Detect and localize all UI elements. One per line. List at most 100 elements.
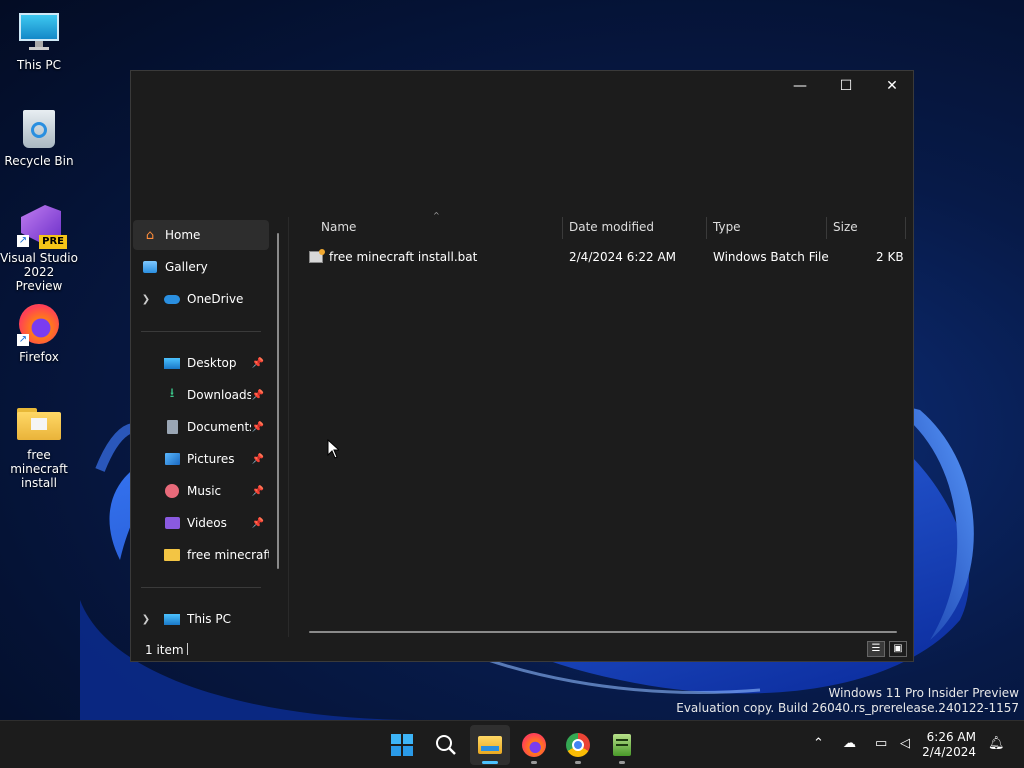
firefox-icon — [522, 733, 546, 757]
taskbar-notepad[interactable] — [602, 725, 642, 765]
nav-item-label: Videos — [187, 516, 227, 530]
running-indicator — [575, 761, 581, 764]
chevron-up-icon[interactable]: ⌃ — [813, 736, 824, 751]
chevron-right-icon[interactable]: ❯ — [139, 294, 153, 305]
file-list: ^ Name Date modified Type Size free mine… — [289, 211, 913, 637]
onedrive-offline-icon[interactable]: ☁ — [843, 736, 856, 751]
documents-icon — [163, 419, 181, 435]
nav-item-music[interactable]: Music 📌 — [133, 476, 269, 506]
minimize-button[interactable]: — — [777, 71, 823, 101]
file-explorer-icon — [478, 736, 502, 754]
taskbar-chrome[interactable] — [558, 725, 598, 765]
maximize-button[interactable]: ☐ — [823, 71, 869, 101]
search-icon — [436, 735, 456, 755]
start-icon — [391, 734, 413, 756]
nav-item-label: Pictures — [187, 452, 235, 466]
music-icon — [163, 483, 181, 499]
details-view-icon: ☰ — [871, 643, 881, 654]
nav-item-label: Documents — [187, 420, 251, 434]
this-pc-icon — [163, 611, 181, 627]
pin-icon[interactable]: 📌 — [251, 486, 265, 497]
start-button[interactable] — [382, 725, 422, 765]
file-size: 2 KB — [876, 250, 904, 264]
nav-item-label: free minecraft ir — [187, 548, 269, 562]
tiles-view-button[interactable]: ▣ — [889, 641, 907, 657]
horizontal-scrollbar[interactable] — [309, 631, 897, 633]
network-icon[interactable]: ▭ — [875, 736, 887, 751]
nav-item-onedrive[interactable]: ❯ OneDrive — [133, 284, 269, 314]
nav-item-label: Music — [187, 484, 222, 498]
notification-bell-icon[interactable]: 🔔︎ — [988, 736, 1005, 751]
download-icon: ⭳ — [169, 386, 175, 401]
clock-time: 6:26 AM — [926, 730, 976, 744]
nav-item-documents[interactable]: Documents 📌 — [133, 412, 269, 442]
nav-item-label: This PC — [187, 612, 231, 626]
watermark-line-2: Evaluation copy. Build 26040.rs_prerelea… — [676, 701, 1019, 715]
nav-item-free-minecraft[interactable]: free minecraft ir — [133, 540, 269, 570]
taskbar-file-explorer[interactable] — [470, 725, 510, 765]
nav-item-label: Home — [165, 228, 201, 242]
folder-icon — [17, 400, 61, 444]
running-indicator — [531, 761, 537, 764]
tiles-view-icon: ▣ — [893, 643, 903, 654]
nav-scrollbar[interactable] — [277, 233, 279, 569]
taskbar-firefox[interactable] — [514, 725, 554, 765]
active-indicator — [482, 761, 498, 764]
minimize-icon: — — [793, 78, 807, 94]
desktop-icon-label: This PC — [17, 58, 61, 72]
file-date: 2/4/2024 6:22 AM — [569, 250, 677, 264]
visual-studio-icon: PRE ↗ — [17, 203, 67, 249]
nav-item-pictures[interactable]: Pictures 📌 — [133, 444, 269, 474]
status-bar: 1 item ☰ ▣ — [131, 637, 913, 661]
notepad-icon — [613, 734, 631, 756]
file-type: Windows Batch File — [713, 250, 829, 264]
details-view-button[interactable]: ☰ — [867, 641, 885, 657]
pre-badge: PRE — [39, 235, 67, 249]
folder-icon — [163, 547, 181, 563]
desktop-icon-recycle-bin[interactable]: Recycle Bin — [0, 106, 78, 168]
nav-item-desktop[interactable]: Desktop 📌 — [133, 348, 269, 378]
monitor-icon — [17, 10, 61, 54]
table-row[interactable]: free minecraft install.bat 2/4/2024 6:22… — [289, 217, 909, 277]
videos-icon — [163, 515, 181, 531]
mouse-cursor-icon — [327, 438, 341, 462]
desktop-icon-label: Firefox — [19, 350, 59, 364]
toolbar-area — [131, 101, 913, 215]
desktop-icon-this-pc[interactable]: This PC — [0, 10, 78, 72]
chevron-right-icon[interactable]: ❯ — [139, 614, 153, 625]
close-icon: ✕ — [886, 78, 898, 94]
pin-icon[interactable]: 📌 — [251, 422, 265, 433]
system-clock[interactable]: 6:26 AM 2/4/2024 — [922, 730, 976, 760]
nav-item-label: Downloads — [187, 388, 251, 402]
nav-item-downloads[interactable]: ⭳ Downloads 📌 — [133, 380, 269, 410]
nav-item-gallery[interactable]: Gallery — [133, 252, 269, 282]
nav-divider — [141, 331, 261, 332]
running-indicator — [619, 761, 625, 764]
desktop-icon-firefox[interactable]: ↗ Firefox — [0, 302, 78, 364]
pin-icon[interactable]: 📌 — [251, 358, 265, 369]
pin-icon[interactable]: 📌 — [251, 518, 265, 529]
desktop-icon-label: Recycle Bin — [4, 154, 74, 168]
search-button[interactable] — [426, 725, 466, 765]
file-explorer-window[interactable]: — ☐ ✕ ⌂ Home Gallery ❯ OneDrive Desktop … — [130, 70, 914, 662]
pin-icon[interactable]: 📌 — [251, 454, 265, 465]
nav-item-label: Gallery — [165, 260, 208, 274]
nav-item-label: Desktop — [187, 356, 237, 370]
taskbar: ⌃ ☁ ▭ ◁ 6:26 AM 2/4/2024 🔔︎ — [0, 720, 1024, 768]
desktop-icon-label: free minecraft install — [10, 448, 68, 490]
nav-item-label: OneDrive — [187, 292, 244, 306]
pin-icon[interactable]: 📌 — [251, 390, 265, 401]
desktop-icon-free-minecraft[interactable]: free minecraft install — [0, 400, 78, 490]
clock-date: 2/4/2024 — [922, 745, 976, 759]
desktop-icon-visual-studio[interactable]: PRE ↗ Visual Studio 2022 Preview — [0, 203, 78, 293]
nav-item-home[interactable]: ⌂ Home — [133, 220, 269, 250]
volume-muted-icon[interactable]: ◁ — [900, 736, 910, 751]
evaluation-watermark: Windows 11 Pro Insider Preview Evaluatio… — [676, 686, 1019, 716]
desktop-icon-label: Visual Studio 2022 Preview — [0, 251, 78, 293]
cloud-icon — [163, 291, 181, 307]
close-button[interactable]: ✕ — [869, 71, 915, 101]
maximize-icon: ☐ — [839, 78, 853, 94]
nav-divider — [141, 587, 261, 588]
nav-item-this-pc[interactable]: ❯ This PC — [133, 604, 269, 634]
nav-item-videos[interactable]: Videos 📌 — [133, 508, 269, 538]
